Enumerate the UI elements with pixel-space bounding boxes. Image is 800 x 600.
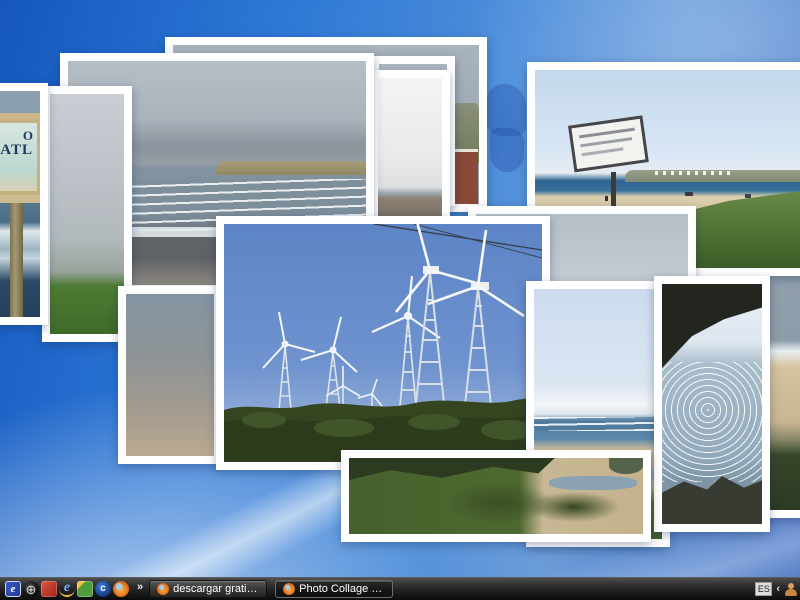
sign-face: O ATL <box>0 123 37 191</box>
wallpaper-glyph <box>490 128 524 172</box>
dark-cliff <box>662 284 762 368</box>
sea-sparkle <box>662 362 762 482</box>
wooden-sign: O ATL <box>0 113 40 203</box>
taskbar-button-photo-collage[interactable]: Photo Collage Screen... <box>275 580 394 598</box>
taskbar-button-label: descargar gratis Ares... <box>173 583 259 595</box>
firefox-icon <box>157 583 170 595</box>
headland <box>216 161 366 175</box>
red-app-icon[interactable] <box>41 581 57 597</box>
photo-atlantic-sign: O ATL <box>0 83 48 325</box>
water-pool <box>549 476 637 490</box>
beach-people <box>685 192 693 196</box>
taskbar: e ⊕ e c » descargar gratis Ares... Photo… <box>0 577 800 600</box>
language-indicator[interactable]: ES <box>755 582 773 596</box>
system-tray: ES ‹ <box>755 582 800 596</box>
photo-bright-sky-vertical <box>370 70 450 226</box>
distant-buildings <box>655 171 735 175</box>
crosshair-icon[interactable]: ⊕ <box>23 581 39 597</box>
firefox-icon <box>283 583 296 595</box>
wind-farm-drawing <box>224 224 542 462</box>
taskbar-button-label: Photo Collage Screen... <box>299 583 385 595</box>
sign-text-line1: O <box>22 128 33 143</box>
dark-treeline <box>349 458 555 480</box>
bushes <box>529 492 619 522</box>
sign-text-line2: ATL <box>0 141 33 158</box>
photo-sparkling-cove <box>654 276 770 532</box>
quick-launch-overflow-chevron[interactable]: » <box>137 581 143 593</box>
screensaver-desktop[interactable]: O ATL e ⊕ e c » descargar gratis Photo C… <box>0 0 800 600</box>
firefox-icon[interactable] <box>113 581 129 597</box>
beach-people <box>745 194 751 198</box>
photo-dune-bushes-pool <box>341 450 651 542</box>
photo-blurry-gradient <box>118 286 222 464</box>
green-app-icon[interactable] <box>77 581 93 597</box>
emule-blue-icon[interactable]: e <box>5 581 21 597</box>
messenger-person-icon[interactable] <box>784 582 798 596</box>
quick-launch: e ⊕ e c <box>0 581 129 597</box>
scrub <box>609 458 643 474</box>
wave-foam <box>534 417 662 431</box>
photo-wind-turbines <box>216 216 550 470</box>
sign-post <box>10 203 23 317</box>
internet-explorer-icon[interactable]: e <box>59 581 75 597</box>
beach-person <box>605 196 608 201</box>
blue-swirl-icon[interactable]: c <box>95 581 111 597</box>
tray-collapse-chevron[interactable]: ‹ <box>776 583 780 595</box>
taskbar-button-ares[interactable]: descargar gratis Ares... <box>149 580 268 598</box>
